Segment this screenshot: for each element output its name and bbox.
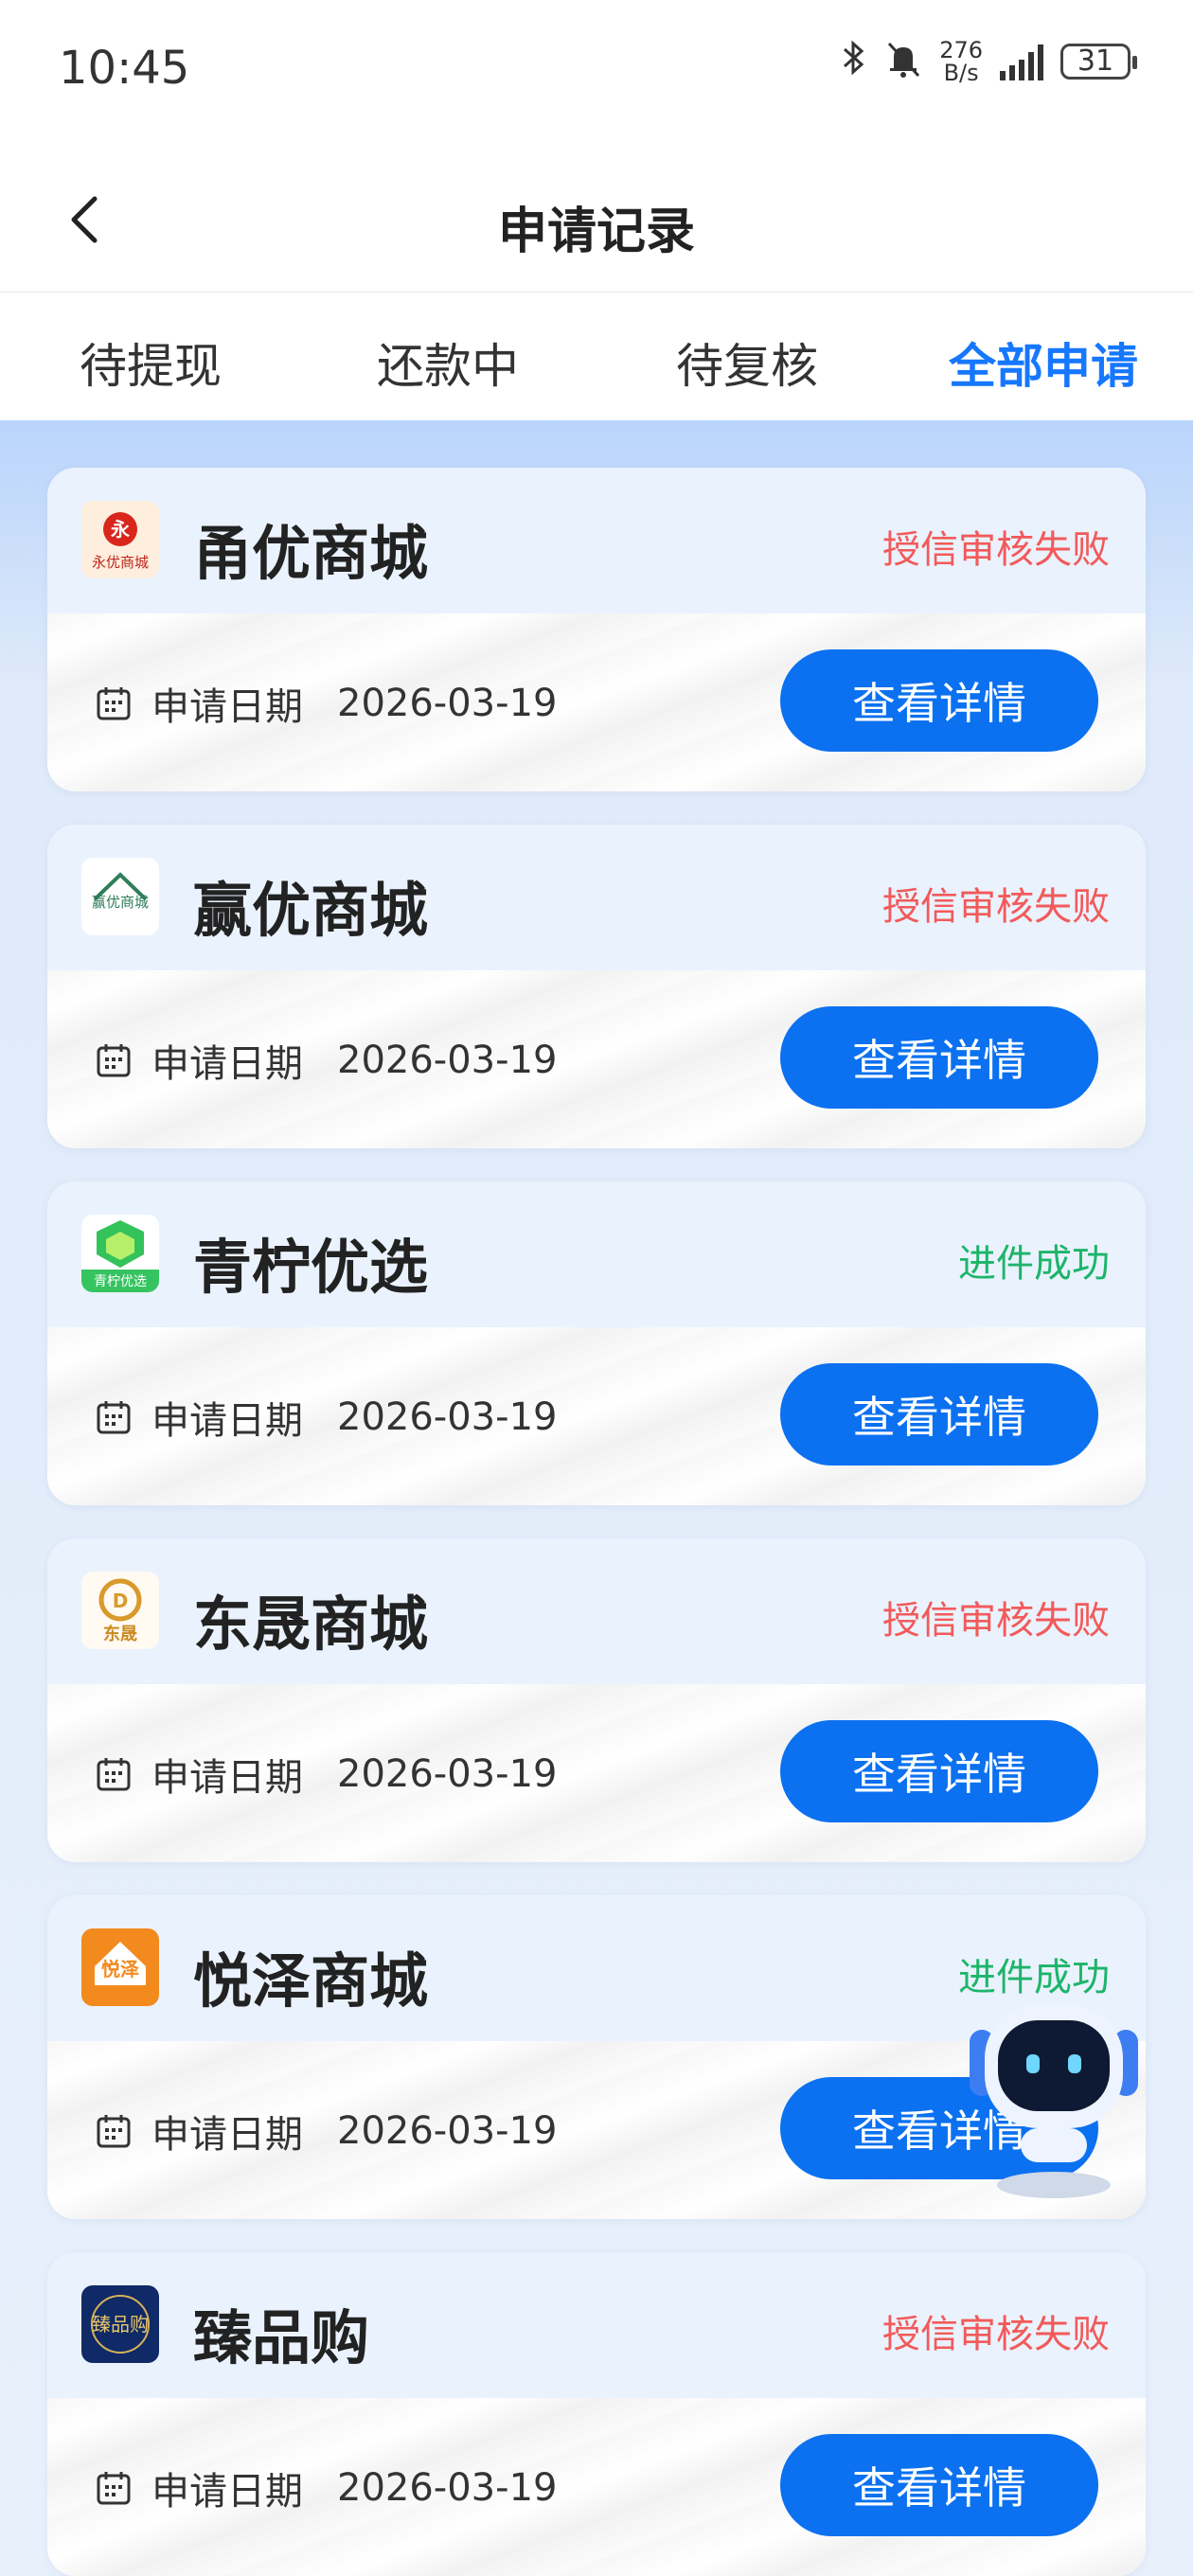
tab-bar: 待提现 还款中 待复核 全部申请 bbox=[0, 293, 1193, 420]
logo-text: 永优商城 bbox=[92, 554, 149, 571]
view-details-button[interactable]: 查看详情 bbox=[780, 2434, 1098, 2536]
network-speed-value: 276 bbox=[939, 36, 983, 63]
merchant-name: 悦泽商城 bbox=[193, 1946, 429, 2016]
date-label: 申请日期 bbox=[151, 2470, 303, 2514]
record-card: 青柠优选 青柠优选 进件成功 申请日期 2026-03-19 查看详情 bbox=[47, 1181, 1146, 1505]
view-details-button[interactable]: 查看详情 bbox=[780, 1006, 1098, 1109]
page-title: 申请记录 bbox=[497, 204, 695, 260]
merchant-logo: 赢优商城 bbox=[81, 858, 159, 935]
svg-text:D: D bbox=[113, 1590, 129, 1612]
logo-text: 赢优商城 bbox=[92, 894, 149, 911]
signal-icon bbox=[1000, 43, 1043, 80]
date-label: 申请日期 bbox=[151, 1399, 303, 1443]
record-card: 臻品购 臻品购 授信审核失败 申请日期 2026-03-19 查看详情 bbox=[47, 2252, 1146, 2576]
tab-all-applications[interactable]: 全部申请 bbox=[949, 329, 1138, 397]
date-value: 2026-03-19 bbox=[337, 2109, 558, 2153]
apply-date-row: 申请日期 2026-03-19 bbox=[95, 676, 557, 731]
date-label: 申请日期 bbox=[151, 1042, 303, 1086]
apply-date-row: 申请日期 2026-03-19 bbox=[95, 2104, 557, 2159]
svg-text:永: 永 bbox=[110, 518, 130, 541]
date-value: 2026-03-19 bbox=[337, 1395, 558, 1439]
record-card: D 东晟 东晟商城 授信审核失败 申请日期 2026-03-19 查看详情 bbox=[47, 1538, 1146, 1862]
calendar-icon bbox=[97, 687, 131, 720]
tab-repaying[interactable]: 还款中 bbox=[377, 329, 519, 397]
date-value: 2026-03-19 bbox=[337, 682, 558, 725]
merchant-logo: 臻品购 bbox=[81, 2285, 159, 2363]
date-value: 2026-03-19 bbox=[337, 1039, 558, 1082]
logo-text: 东晟 bbox=[103, 1624, 137, 1644]
network-speed: 276 B/s bbox=[939, 39, 983, 84]
record-card: 永永优商城 甬优商城 授信审核失败 申请日期 2026-03-19 查看详情 bbox=[47, 468, 1146, 791]
status-time: 10:45 bbox=[59, 42, 190, 95]
apply-date-row: 申请日期 2026-03-19 bbox=[95, 1747, 557, 1802]
logo-text: 青柠优选 bbox=[94, 1274, 147, 1289]
apply-date-row: 申请日期 2026-03-19 bbox=[95, 2461, 557, 2515]
mute-bell-icon bbox=[884, 40, 922, 83]
header: 申请记录 bbox=[0, 142, 1193, 293]
date-label: 申请日期 bbox=[151, 2113, 303, 2157]
tab-pending-withdraw[interactable]: 待提现 bbox=[80, 329, 222, 397]
record-card: 赢优商城 赢优商城 授信审核失败 申请日期 2026-03-19 查看详情 bbox=[47, 825, 1146, 1148]
merchant-name: 赢优商城 bbox=[193, 876, 429, 945]
date-label: 申请日期 bbox=[151, 1756, 303, 1800]
merchant-logo: 青柠优选 bbox=[81, 1215, 159, 1292]
merchant-name: 东晟商城 bbox=[193, 1590, 429, 1659]
view-details-button[interactable]: 查看详情 bbox=[780, 649, 1098, 752]
record-list: 永永优商城 甬优商城 授信审核失败 申请日期 2026-03-19 查看详情 赢… bbox=[0, 420, 1193, 2576]
network-speed-unit: B/s bbox=[943, 59, 979, 86]
apply-date-row: 申请日期 2026-03-19 bbox=[95, 1033, 557, 1088]
view-details-button[interactable]: 查看详情 bbox=[780, 1720, 1098, 1822]
date-value: 2026-03-19 bbox=[337, 1752, 558, 1796]
merchant-name: 青柠优选 bbox=[193, 1233, 429, 1302]
status-badge: 授信审核失败 bbox=[882, 1599, 1110, 1643]
calendar-icon bbox=[97, 1401, 131, 1434]
calendar-icon bbox=[97, 2115, 131, 2148]
tab-pending-review[interactable]: 待复核 bbox=[676, 329, 818, 397]
calendar-icon bbox=[97, 1044, 131, 1077]
status-badge: 授信审核失败 bbox=[882, 528, 1110, 572]
date-value: 2026-03-19 bbox=[337, 2466, 558, 2510]
robot-assistant-icon[interactable] bbox=[964, 1977, 1144, 2204]
apply-date-row: 申请日期 2026-03-19 bbox=[95, 1390, 557, 1445]
merchant-name: 臻品购 bbox=[193, 2303, 370, 2372]
view-details-button[interactable]: 查看详情 bbox=[780, 1363, 1098, 1466]
merchant-name: 甬优商城 bbox=[193, 519, 429, 588]
logo-text: 臻品购 bbox=[92, 2313, 149, 2336]
calendar-icon bbox=[97, 1758, 131, 1791]
status-icons: 276 B/s 31 bbox=[839, 38, 1137, 84]
merchant-logo: D 东晟 bbox=[81, 1572, 159, 1649]
calendar-icon bbox=[97, 2472, 131, 2505]
bluetooth-icon bbox=[839, 38, 867, 84]
merchant-logo: 悦泽 bbox=[81, 1928, 159, 2006]
date-label: 申请日期 bbox=[151, 685, 303, 729]
battery-level: 31 bbox=[1077, 44, 1114, 78]
battery-icon: 31 bbox=[1060, 43, 1137, 80]
status-bar: 10:45 276 B/s 31 bbox=[0, 0, 1193, 142]
merchant-logo: 永永优商城 bbox=[81, 501, 159, 578]
status-badge: 授信审核失败 bbox=[882, 2313, 1110, 2356]
logo-text: 悦泽 bbox=[101, 1958, 139, 1981]
status-badge: 进件成功 bbox=[958, 1242, 1110, 1286]
status-badge: 授信审核失败 bbox=[882, 885, 1110, 929]
